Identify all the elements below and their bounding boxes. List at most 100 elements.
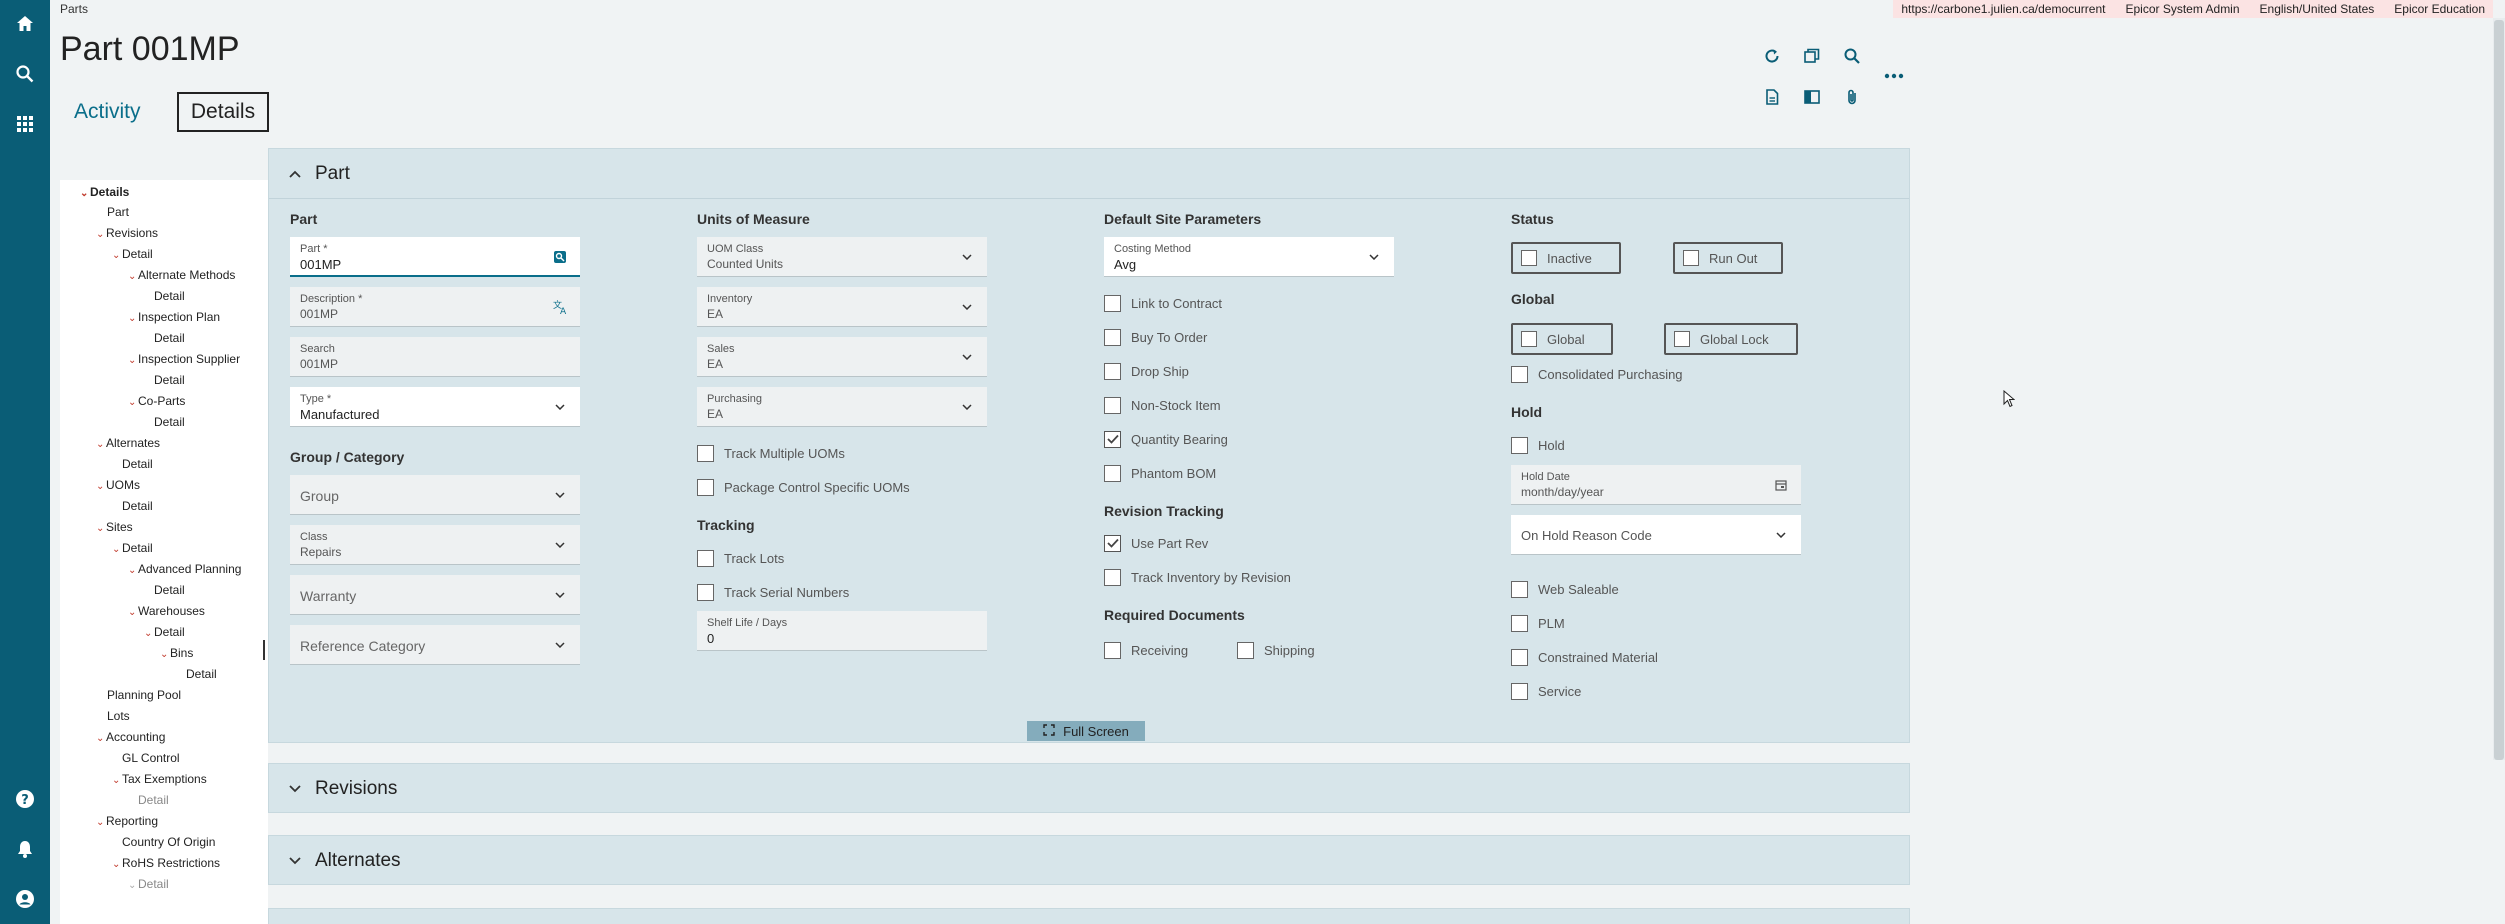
revisions-panel-header[interactable]: Revisions xyxy=(269,764,1909,814)
home-icon[interactable] xyxy=(0,6,50,42)
attachment-icon[interactable] xyxy=(1837,82,1867,112)
hold-checkbox[interactable]: Hold xyxy=(1511,434,1565,456)
copy-window-icon[interactable] xyxy=(1797,41,1827,71)
tree-node-alternates-detail[interactable]: Detail xyxy=(122,457,153,471)
full-screen-button[interactable]: Full Screen xyxy=(1027,721,1145,741)
tree-node-details[interactable]: ⌄ Details xyxy=(80,185,129,199)
tree-node-gl-control[interactable]: GL Control xyxy=(122,751,180,765)
tree-node-uoms[interactable]: ⌄ UOMs xyxy=(96,478,140,492)
tree-node-country-of-origin[interactable]: Country Of Origin xyxy=(122,835,215,849)
tree-node-sites[interactable]: ⌄ Sites xyxy=(96,520,133,534)
calendar-icon[interactable] xyxy=(1771,475,1791,495)
hold-reason-dropdown[interactable]: On Hold Reason Code xyxy=(1511,515,1801,555)
non-stock-item-checkbox[interactable]: Non-Stock Item xyxy=(1104,394,1221,416)
tree-node-advanced-planning-detail[interactable]: Detail xyxy=(154,583,185,597)
run-out-toggle[interactable]: Run Out xyxy=(1673,242,1783,274)
more-options-icon[interactable] xyxy=(1879,61,1909,91)
receiving-checkbox[interactable]: Receiving xyxy=(1104,639,1188,661)
tree-node-co-parts[interactable]: ⌄ Co-Parts xyxy=(128,394,185,408)
uom-class-dropdown[interactable]: UOM Class Counted Units xyxy=(697,237,987,277)
new-document-icon[interactable] xyxy=(1757,82,1787,112)
tree-node-alt-methods-detail[interactable]: Detail xyxy=(154,289,185,303)
alternates-panel-header[interactable]: Alternates xyxy=(269,836,1909,886)
tree-node-inspection-plan-detail[interactable]: Detail xyxy=(154,331,185,345)
warranty-dropdown[interactable]: Warranty xyxy=(290,575,580,615)
tree-node-inspection-plan[interactable]: ⌄ Inspection Plan xyxy=(128,310,220,324)
tree-node-planning-pool[interactable]: Planning Pool xyxy=(107,688,181,702)
type-dropdown[interactable]: Type * Manufactured xyxy=(290,387,580,427)
apps-grid-icon[interactable] xyxy=(0,106,50,142)
quantity-bearing-checkbox[interactable]: Quantity Bearing xyxy=(1104,428,1228,450)
track-lots-checkbox[interactable]: Track Lots xyxy=(697,547,784,569)
constrained-material-checkbox[interactable]: Constrained Material xyxy=(1511,646,1658,668)
track-inventory-by-revision-checkbox[interactable]: Track Inventory by Revision xyxy=(1104,566,1291,588)
costing-method-dropdown[interactable]: Costing Method Avg xyxy=(1104,237,1394,277)
user-account-icon[interactable] xyxy=(0,881,50,917)
track-multiple-uoms-checkbox[interactable]: Track Multiple UOMs xyxy=(697,442,845,464)
breadcrumb[interactable]: Parts xyxy=(60,2,88,16)
refresh-icon[interactable] xyxy=(1757,41,1787,71)
tab-activity[interactable]: Activity xyxy=(60,92,155,132)
tree-node-revisions-detail[interactable]: ⌄ Detail xyxy=(112,247,153,261)
package-control-uoms-checkbox[interactable]: Package Control Specific UOMs xyxy=(697,476,910,498)
global-toggle[interactable]: Global xyxy=(1511,323,1613,355)
tree-node-bins[interactable]: ⌄ Bins xyxy=(160,646,193,660)
service-checkbox[interactable]: Service xyxy=(1511,680,1581,702)
search-icon[interactable] xyxy=(1837,41,1867,71)
tree-node-uoms-detail[interactable]: Detail xyxy=(122,499,153,513)
search-word-field[interactable]: Search 001MP xyxy=(290,337,580,377)
purchasing-uom-dropdown[interactable]: Purchasing EA xyxy=(697,387,987,427)
tree-node-rohs-restrictions[interactable]: ⌄ RoHS Restrictions xyxy=(112,856,220,870)
translate-icon[interactable]: 文A xyxy=(550,297,570,317)
tree-node-advanced-planning[interactable]: ⌄ Advanced Planning xyxy=(128,562,241,576)
group-dropdown[interactable]: Group xyxy=(290,475,580,515)
part-lookup-icon[interactable] xyxy=(550,247,570,267)
tree-node-accounting[interactable]: ⌄ Accounting xyxy=(96,730,165,744)
search-icon[interactable] xyxy=(0,56,50,92)
tree-node-sites-detail[interactable]: ⌄ Detail xyxy=(112,541,153,555)
tree-node-inspection-supplier-detail[interactable]: Detail xyxy=(154,373,185,387)
tree-node-co-parts-detail[interactable]: Detail xyxy=(154,415,185,429)
tree-node-warehouses[interactable]: ⌄ Warehouses xyxy=(128,604,205,618)
tree-node-lots[interactable]: Lots xyxy=(107,709,130,723)
tree-node-bins-detail[interactable]: Detail xyxy=(186,667,217,681)
description-field[interactable]: Description * 001MP 文A xyxy=(290,287,580,327)
tree-node-inspection-supplier[interactable]: ⌄ Inspection Supplier xyxy=(128,352,240,366)
link-to-contract-checkbox[interactable]: Link to Contract xyxy=(1104,292,1222,314)
shipping-checkbox[interactable]: Shipping xyxy=(1237,639,1315,661)
tree-node-warehouses-detail[interactable]: ⌄ Detail xyxy=(144,625,185,639)
scrollbar-thumb[interactable] xyxy=(2494,20,2504,760)
part-panel-header[interactable]: Part xyxy=(269,149,1909,199)
part-panel: Part Part Part * 001MP Description * 001… xyxy=(268,148,1910,743)
shelf-life-field[interactable]: Shelf Life / Days 0 xyxy=(697,611,987,651)
global-lock-toggle[interactable]: Global Lock xyxy=(1664,323,1798,355)
consolidated-purchasing-checkbox[interactable]: Consolidated Purchasing xyxy=(1511,363,1683,385)
sales-uom-dropdown[interactable]: Sales EA xyxy=(697,337,987,377)
reference-category-dropdown[interactable]: Reference Category xyxy=(290,625,580,665)
bell-icon[interactable] xyxy=(0,831,50,867)
part-field[interactable]: Part * 001MP xyxy=(290,237,580,277)
web-saleable-checkbox[interactable]: Web Saleable xyxy=(1511,578,1619,600)
tree-node-rohs-detail[interactable]: ⌄ Detail xyxy=(128,877,169,891)
plm-checkbox[interactable]: PLM xyxy=(1511,612,1565,634)
tree-node-alternate-methods[interactable]: ⌄ Alternate Methods xyxy=(128,268,235,282)
phantom-bom-checkbox[interactable]: Phantom BOM xyxy=(1104,462,1216,484)
class-dropdown[interactable]: Class Repairs xyxy=(290,525,580,565)
inventory-uom-dropdown[interactable]: Inventory EA xyxy=(697,287,987,327)
help-icon[interactable]: ? xyxy=(0,781,50,817)
tree-node-alternates[interactable]: ⌄ Alternates xyxy=(96,436,160,450)
hold-date-field[interactable]: Hold Date month/day/year xyxy=(1511,465,1801,505)
panel-layout-icon[interactable] xyxy=(1797,82,1827,112)
tree-node-part[interactable]: Part xyxy=(107,205,129,219)
tree-node-tax-exemptions-detail[interactable]: Detail xyxy=(138,793,169,807)
tree-node-revisions[interactable]: ⌄ Revisions xyxy=(96,226,158,240)
tree-node-reporting[interactable]: ⌄ Reporting xyxy=(96,814,158,828)
track-serial-numbers-checkbox[interactable]: Track Serial Numbers xyxy=(697,581,849,603)
drop-ship-checkbox[interactable]: Drop Ship xyxy=(1104,360,1189,382)
tree-node-tax-exemptions[interactable]: ⌄ Tax Exemptions xyxy=(112,772,207,786)
use-part-rev-checkbox[interactable]: Use Part Rev xyxy=(1104,532,1208,554)
buy-to-order-checkbox[interactable]: Buy To Order xyxy=(1104,326,1207,348)
tab-details[interactable]: Details xyxy=(177,92,269,132)
resize-handle[interactable] xyxy=(263,640,265,660)
inactive-toggle[interactable]: Inactive xyxy=(1511,242,1621,274)
